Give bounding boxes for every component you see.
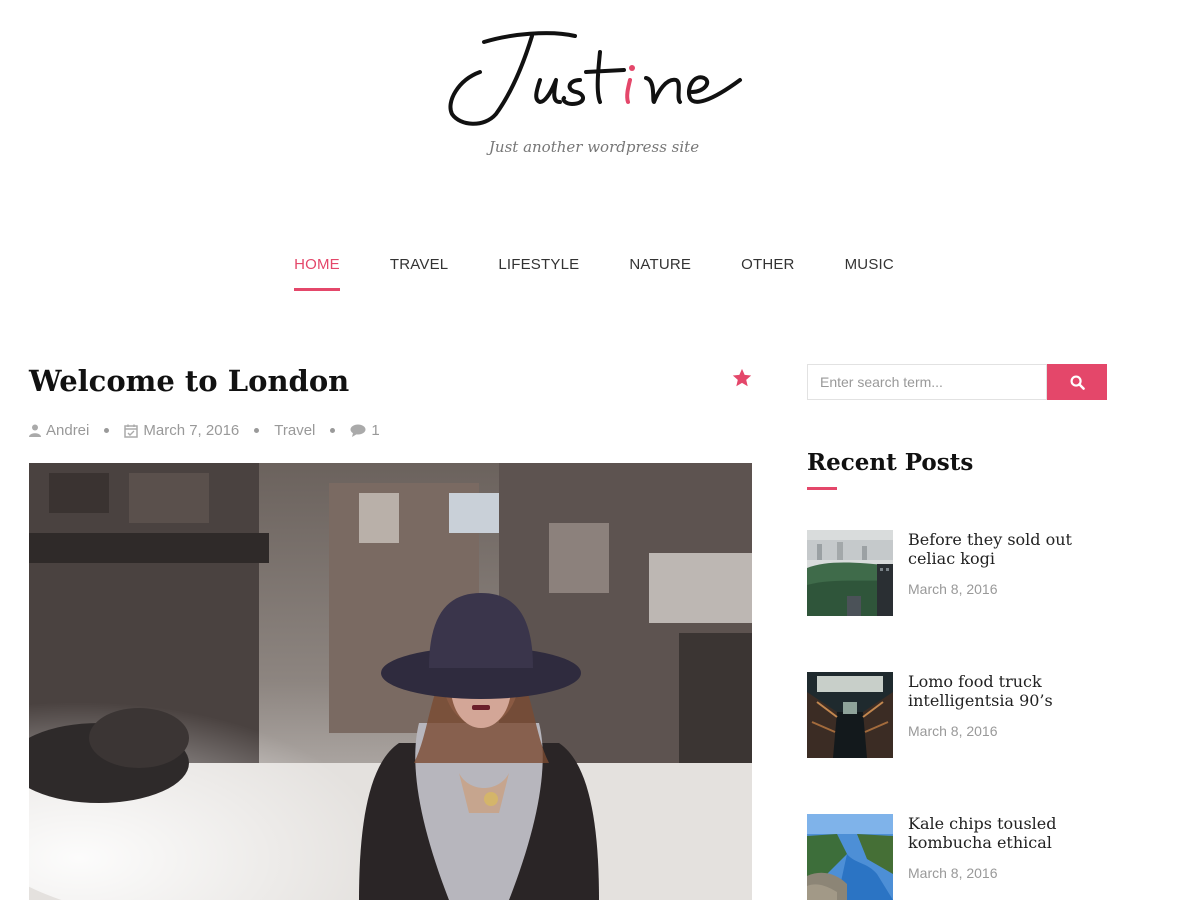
recent-post-title[interactable]: Lomo food truck intelligentsia 90’s (908, 672, 1123, 710)
recent-post-date: March 8, 2016 (908, 581, 998, 597)
post-category[interactable]: Travel (274, 422, 315, 439)
nav-item-other[interactable]: OTHER (741, 256, 795, 291)
recent-post-date: March 8, 2016 (908, 723, 998, 739)
user-icon (29, 424, 41, 437)
post-date-text: March 7, 2016 (143, 422, 240, 439)
post-date[interactable]: March 7, 2016 (124, 422, 239, 439)
nav-item-nature[interactable]: NATURE (629, 256, 691, 291)
site-tagline: Just another wordpress site (488, 138, 700, 156)
site-logo[interactable] (440, 22, 750, 132)
post-comments-count: 1 (371, 422, 380, 439)
post-author-name: Andrei (46, 422, 90, 439)
calendar-icon (124, 424, 139, 438)
meta-separator (104, 428, 110, 433)
recent-post-thumbnail[interactable] (807, 814, 893, 900)
recent-post-thumbnail[interactable] (807, 672, 893, 758)
post-comments[interactable]: 1 (350, 422, 380, 439)
search-icon (1070, 375, 1085, 390)
nav-item-travel[interactable]: TRAVEL (390, 256, 448, 291)
comment-icon (350, 424, 366, 437)
nav-item-home[interactable]: HOME (294, 256, 340, 291)
nav-item-lifestyle[interactable]: LIFESTYLE (498, 256, 579, 291)
post-author[interactable]: Andrei (29, 422, 89, 439)
nav-item-music[interactable]: MUSIC (845, 256, 894, 291)
recent-post-thumbnail[interactable] (807, 530, 893, 616)
recent-post-title[interactable]: Kale chips tousled kombucha ethical (908, 814, 1123, 852)
recent-post-date: March 8, 2016 (908, 865, 998, 881)
site-logo-graphic (448, 31, 742, 126)
recent-post-title[interactable]: Before they sold out celiac kogi (908, 530, 1123, 568)
star-icon (731, 367, 753, 389)
post-meta: Andrei March 7, 2016 Travel 1 (29, 422, 380, 439)
post-category-text: Travel (274, 422, 316, 439)
search-input[interactable] (807, 364, 1047, 400)
city-park-thumbnail (807, 530, 893, 616)
main-nav: HOME TRAVEL LIFESTYLE NATURE OTHER MUSIC (0, 256, 1188, 291)
post-featured-image[interactable] (29, 463, 752, 900)
meta-separator (330, 428, 336, 433)
search-button[interactable] (1047, 364, 1107, 400)
street-photo (29, 463, 752, 900)
widget-title-underline (807, 487, 837, 490)
post-title[interactable]: Welcome to London (29, 364, 349, 398)
recent-posts-title: Recent Posts (807, 449, 974, 476)
recent-post-item[interactable]: Lomo food truck intelligentsia 90’s Marc… (807, 672, 1127, 762)
recent-post-item[interactable]: Kale chips tousled kombucha ethical Marc… (807, 814, 1127, 900)
escalator-thumbnail (807, 672, 893, 758)
meta-separator (254, 428, 260, 433)
recent-post-item[interactable]: Before they sold out celiac kogi March 8… (807, 530, 1127, 620)
fjord-thumbnail (807, 814, 893, 900)
